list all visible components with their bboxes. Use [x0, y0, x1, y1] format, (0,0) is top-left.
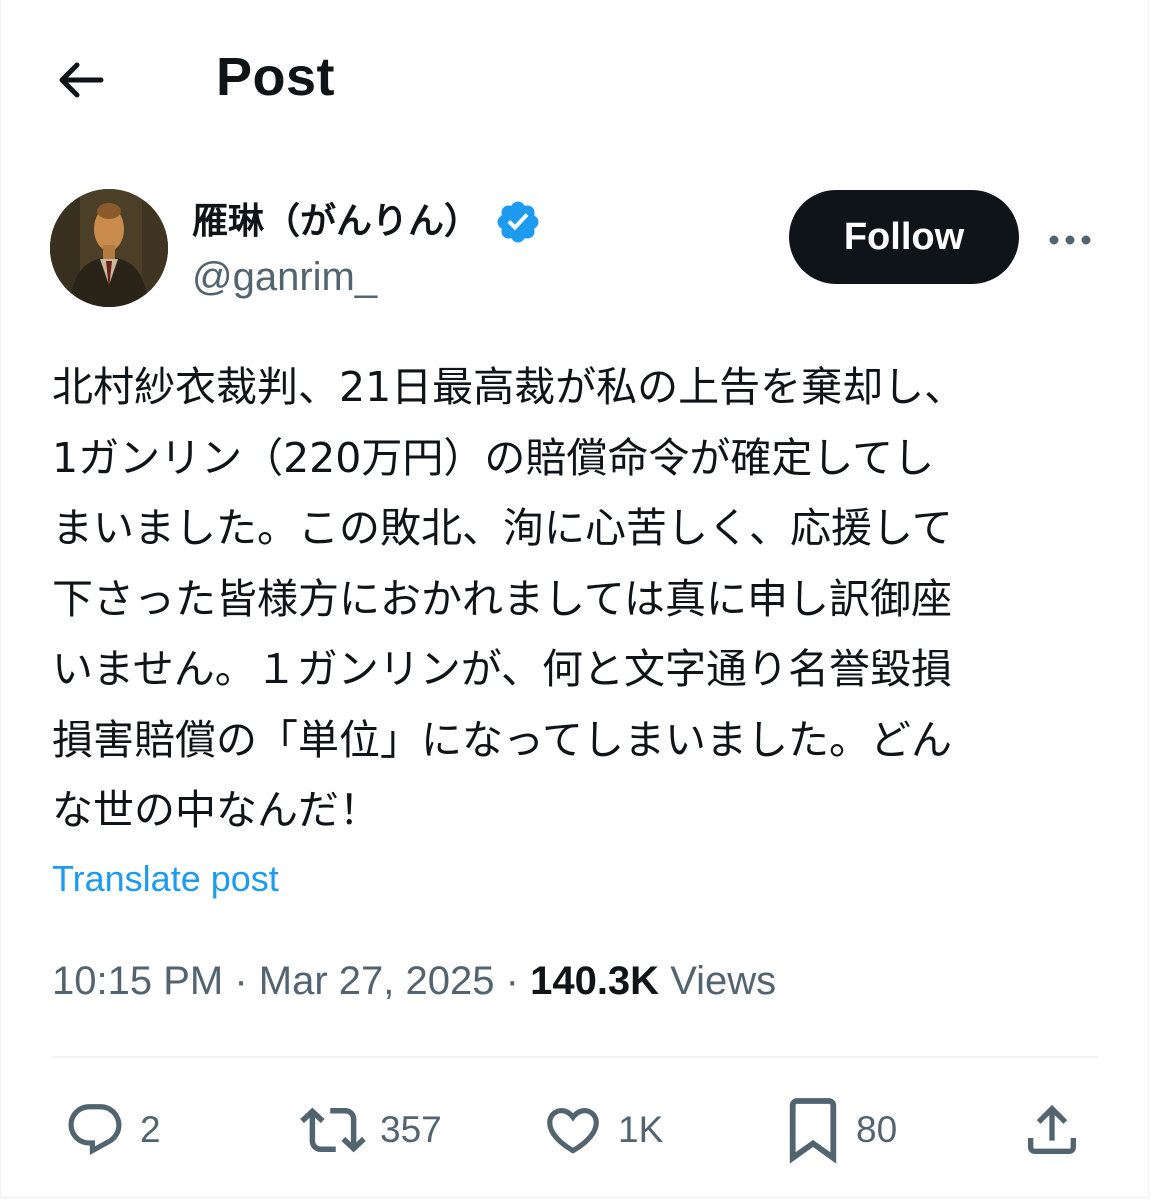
repost-icon: [300, 1107, 366, 1153]
post-text-line: 下さった皆様方におかれましては真に申し訳御座: [52, 574, 952, 623]
heart-icon: [547, 1108, 599, 1154]
views-label: Views: [670, 959, 777, 1003]
verified-badge-icon[interactable]: [494, 198, 542, 246]
page-title: Post: [216, 47, 336, 107]
post-text-line: まいました。この敗北、洵に心苦しく、応援して: [52, 504, 953, 552]
post-meta: 10:15 PM · Mar 27, 2025 · 140.3K Views: [52, 954, 776, 1008]
more-dots-icon: [1049, 235, 1091, 245]
arrow-left-icon: [59, 62, 104, 98]
post-text-line: いません。１ガンリンが、何と文字通り名誉毀損: [52, 645, 952, 693]
translate-post-link[interactable]: Translate post: [52, 855, 279, 903]
share-button[interactable]: [1020, 1090, 1084, 1170]
repost-count: 357: [380, 1109, 442, 1150]
post-text-line: 損害賠償の「単位」になってしまいました。どん: [52, 715, 952, 764]
reply-button[interactable]: 2: [64, 1090, 161, 1170]
avatar[interactable]: [50, 189, 168, 307]
like-count: 1K: [618, 1109, 664, 1150]
divider: [52, 1056, 1098, 1058]
action-bar: 2 357 1K 80: [0, 1090, 1151, 1180]
share-icon: [1028, 1104, 1076, 1154]
views-count: 140.3K: [530, 959, 660, 1003]
reply-icon: [68, 1104, 122, 1156]
author-display-name[interactable]: 雁琳（がんりん）: [192, 198, 480, 246]
top-bar: Post: [0, 0, 1151, 150]
author-name-row: 雁琳（がんりん）: [192, 192, 542, 252]
bookmark-count: 80: [856, 1109, 898, 1150]
post-text-line: 北村紗衣裁判、21日最高裁が私の上告を棄却し、: [52, 363, 966, 411]
back-button[interactable]: [50, 50, 110, 110]
post-text-line: 1ガンリン（220万円）の賠償命令が確定してし: [52, 433, 935, 482]
like-button[interactable]: 1K: [542, 1090, 663, 1170]
post-text: 北村紗衣裁判、21日最高裁が私の上告を棄却し、 1ガンリン（220万円）の賠償命…: [52, 352, 1102, 846]
more-options-button[interactable]: [1040, 215, 1100, 265]
reply-count: 2: [140, 1109, 161, 1150]
bookmark-icon: [789, 1098, 837, 1164]
follow-button[interactable]: Follow: [789, 190, 1019, 284]
post-date[interactable]: Mar 27, 2025: [259, 959, 495, 1003]
repost-button[interactable]: 357: [300, 1090, 442, 1170]
bookmark-button[interactable]: 80: [784, 1090, 897, 1170]
meta-separator: ·: [234, 959, 248, 1003]
avatar-image: [50, 189, 168, 307]
post-time[interactable]: 10:15 PM: [52, 959, 223, 1003]
meta-separator: ·: [505, 959, 519, 1003]
post-text-line: な世の中なんだ！: [52, 786, 380, 834]
author-handle[interactable]: @ganrim_: [192, 252, 377, 302]
